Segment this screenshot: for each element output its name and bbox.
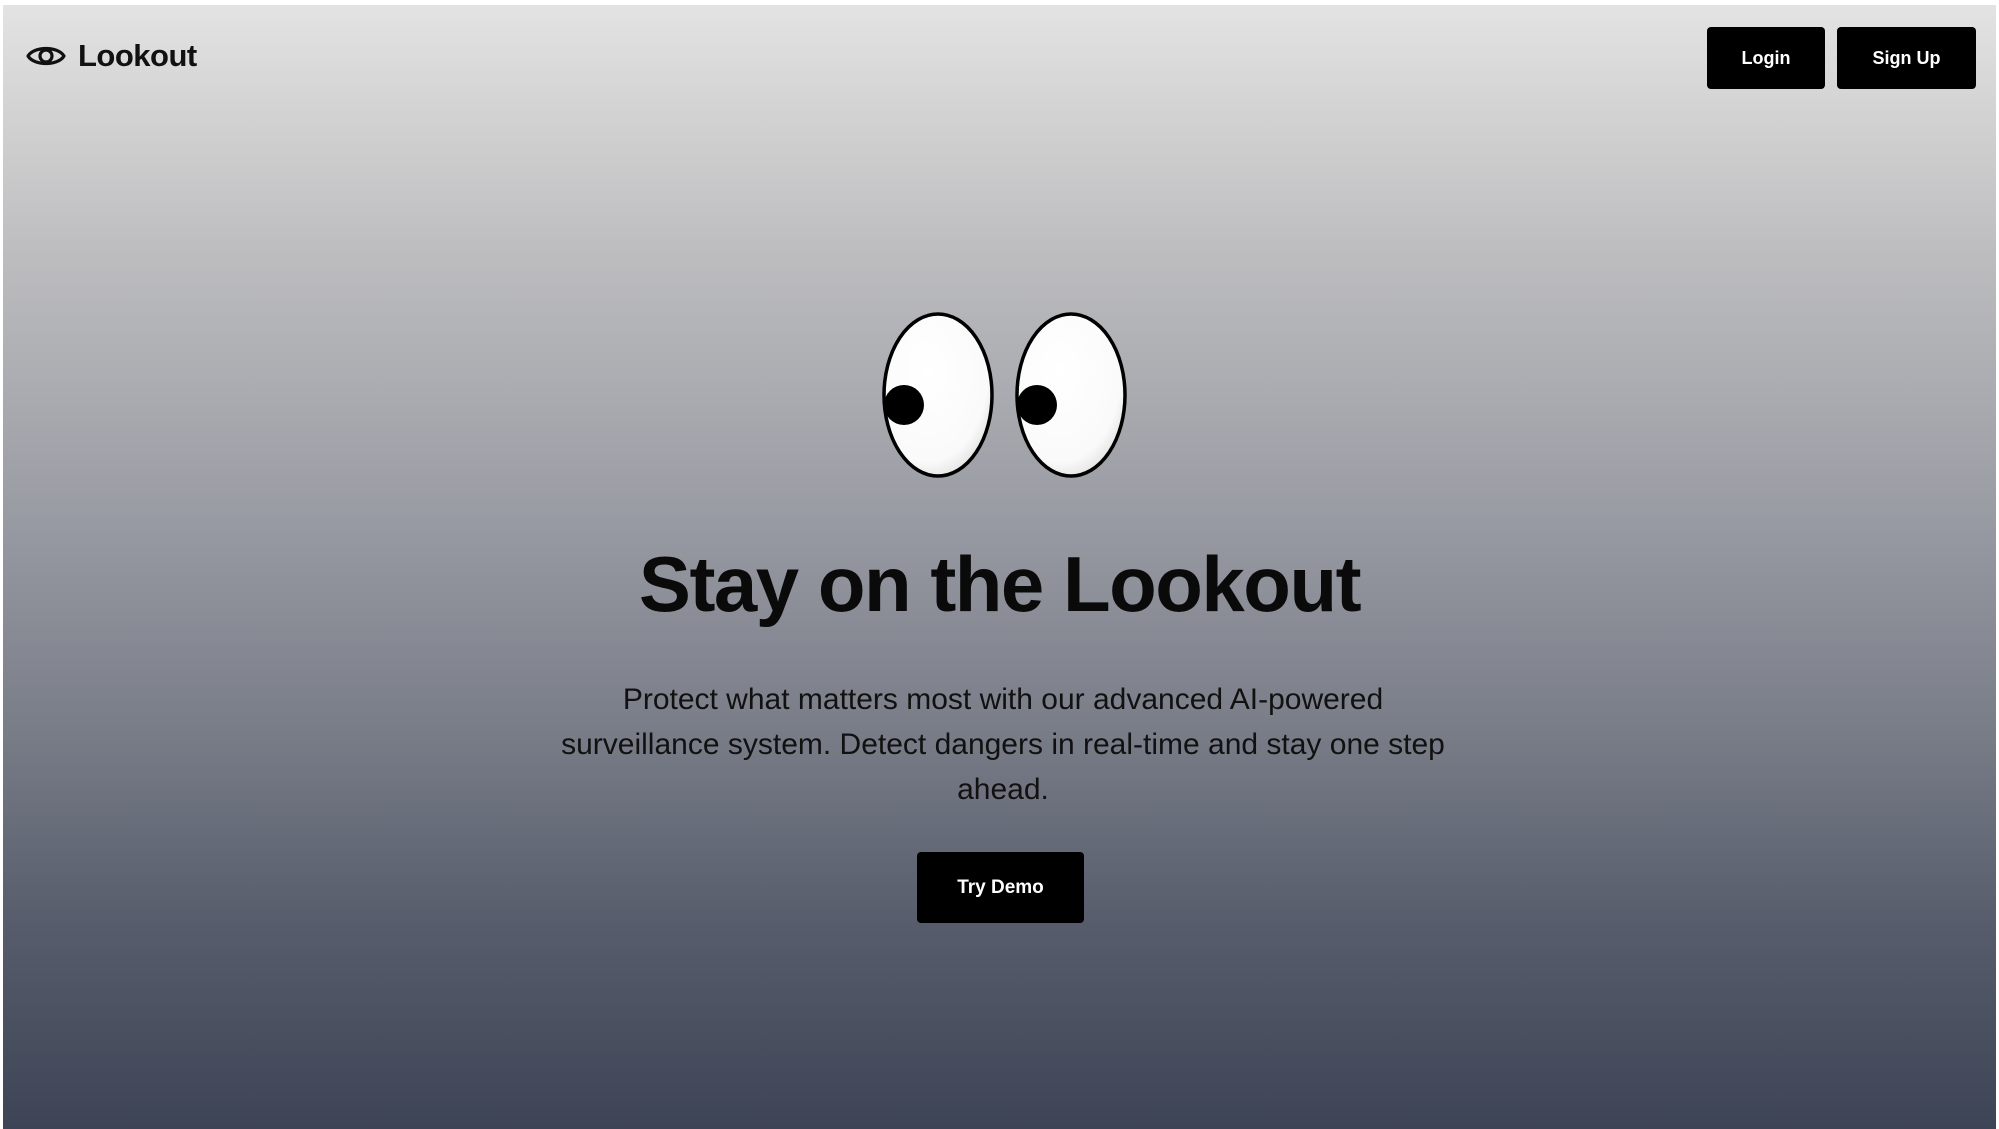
left-pupil [884,385,924,425]
left-eye [882,312,994,478]
signup-button[interactable]: Sign Up [1837,27,1976,89]
brand-name: Lookout [78,38,197,73]
brand-logo[interactable]: Lookout [26,38,197,74]
login-button[interactable]: Login [1707,27,1825,89]
hero-description: Protect what matters most with our advan… [561,683,1445,806]
landing-page: Lookout Login Sign Up Stay on the Lookou… [3,5,1996,1129]
eye-icon [26,42,66,70]
right-pupil [1017,385,1057,425]
header-actions: Login Sign Up [1707,27,1976,89]
hero-title: Stay on the Lookout [638,540,1362,628]
try-demo-button[interactable]: Try Demo [917,852,1084,923]
googly-eyes-illustration [877,309,1127,481]
right-eye [1015,312,1127,478]
